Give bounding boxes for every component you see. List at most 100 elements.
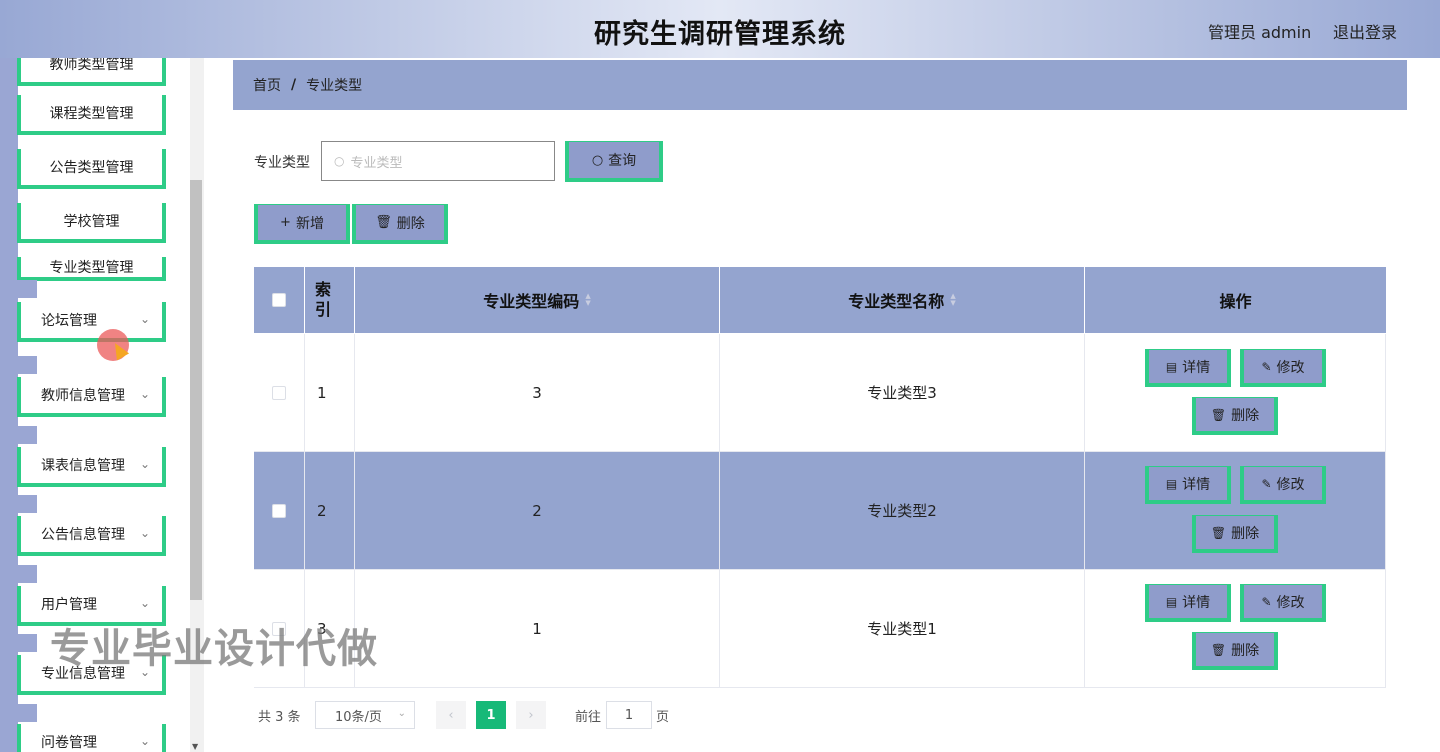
add-button[interactable]: + 新增 xyxy=(254,204,350,244)
row-checkbox[interactable] xyxy=(272,503,286,518)
menu-label: 教师信息管理 xyxy=(41,388,125,404)
table-cell-code: 2 xyxy=(355,452,720,570)
header-name-label: 专业类型名称 xyxy=(848,292,945,311)
detail-label: 详情 xyxy=(1182,594,1211,611)
header-name[interactable]: 专业类型名称 ▲ ▼ xyxy=(720,267,1085,333)
goto-page-input[interactable]: 1 xyxy=(606,701,652,729)
menu-label: 用户管理 xyxy=(41,597,97,613)
trash-icon: 🗑 xyxy=(1210,525,1227,540)
goto-label: 前往 xyxy=(575,710,602,725)
menu-label: 公告信息管理 xyxy=(41,527,125,543)
chevron-down-icon: ⌄ xyxy=(139,312,150,326)
page-size-select[interactable]: 10条/页 ⌄ xyxy=(315,701,415,729)
scroll-down-arrow-icon[interactable]: ▼ xyxy=(192,742,198,751)
table-cell-index: 1 xyxy=(305,334,355,452)
pagination-total: 共 3 条 xyxy=(258,710,301,725)
document-icon: ▤ xyxy=(1165,594,1178,609)
prev-page-button[interactable]: ‹ xyxy=(436,701,466,729)
detail-button[interactable]: ▤ 详情 xyxy=(1145,466,1231,504)
row-delete-button[interactable]: 🗑 删除 xyxy=(1192,632,1278,670)
chevron-down-icon: ⌄ xyxy=(139,596,150,610)
detail-button[interactable]: ▤ 详情 xyxy=(1145,349,1231,387)
delete-button[interactable]: 🗑 删除 xyxy=(352,204,448,244)
edit-pencil-icon: ✎ xyxy=(1261,476,1272,491)
query-button-label: 查询 xyxy=(608,153,637,169)
table-row-select[interactable] xyxy=(254,452,305,570)
top-header: 研究生调研管理系统 管理员 admin 退出登录 xyxy=(0,0,1440,58)
chevron-down-icon: ⌄ xyxy=(139,457,150,471)
row-delete-label: 删除 xyxy=(1231,642,1260,659)
chevron-down-icon: ⌄ xyxy=(397,708,406,719)
sidebar-item-major-type[interactable]: 专业类型管理 xyxy=(17,257,166,281)
document-icon: ▤ xyxy=(1165,476,1178,491)
search-placeholder: 专业类型 xyxy=(350,155,403,171)
menu-label: 课表信息管理 xyxy=(41,458,125,474)
next-page-button[interactable]: › xyxy=(516,701,546,729)
header-ops: 操作 xyxy=(1085,267,1386,333)
sidebar-gap xyxy=(17,495,37,513)
edit-button[interactable]: ✎ 修改 xyxy=(1240,584,1326,622)
edit-button[interactable]: ✎ 修改 xyxy=(1240,349,1326,387)
select-all-checkbox[interactable] xyxy=(272,293,286,307)
sidebar-gap xyxy=(17,704,37,722)
edit-pencil-icon: ✎ xyxy=(1261,594,1272,609)
user-label: 管理员 admin xyxy=(1208,23,1312,42)
query-button[interactable]: ○ 查询 xyxy=(565,141,663,182)
row-delete-button[interactable]: 🗑 删除 xyxy=(1192,397,1278,435)
edit-button[interactable]: ✎ 修改 xyxy=(1240,466,1326,504)
watermark-text: 专业毕业设计代做 xyxy=(50,626,378,672)
sidebar-gap xyxy=(17,634,37,652)
sidebar-gap xyxy=(17,426,37,444)
search-input[interactable]: ○ 专业类型 xyxy=(321,141,555,181)
sort-icon[interactable]: ▲ ▼ xyxy=(950,293,955,307)
logout-link[interactable]: 退出登录 xyxy=(1333,19,1397,43)
sidebar-menu-schedule[interactable]: 课表信息管理 ⌄ xyxy=(17,447,166,487)
table-row-select[interactable] xyxy=(254,334,305,452)
sidebar-menu-notice-info[interactable]: 公告信息管理 ⌄ xyxy=(17,516,166,556)
sort-icon[interactable]: ▲ ▼ xyxy=(585,293,590,307)
sidebar-item-notice-type[interactable]: 公告类型管理 xyxy=(17,149,166,189)
row-delete-button[interactable]: 🗑 删除 xyxy=(1192,515,1278,553)
edit-label: 修改 xyxy=(1276,594,1305,611)
header-code[interactable]: 专业类型编码 ▲ ▼ xyxy=(355,267,720,333)
edit-pencil-icon: ✎ xyxy=(1261,359,1272,374)
edit-label: 修改 xyxy=(1276,476,1305,493)
sidebar-menu-teacher-info[interactable]: 教师信息管理 ⌄ xyxy=(17,377,166,417)
trash-icon: 🗑 xyxy=(1210,407,1227,422)
trash-icon: 🗑 xyxy=(375,215,392,230)
table-cell-name: 专业类型2 xyxy=(720,452,1085,570)
breadcrumb-home[interactable]: 首页 xyxy=(253,75,281,95)
table-cell-name: 专业类型1 xyxy=(720,570,1085,688)
header-code-label: 专业类型编码 xyxy=(483,292,580,311)
header-select-all[interactable] xyxy=(254,267,305,333)
search-icon: ○ xyxy=(591,152,604,168)
sidebar-gap xyxy=(17,356,37,374)
detail-button[interactable]: ▤ 详情 xyxy=(1145,584,1231,622)
add-button-label: 新增 xyxy=(295,215,324,232)
table-cell-code: 3 xyxy=(355,334,720,452)
detail-label: 详情 xyxy=(1182,359,1211,376)
sidebar-menu-survey[interactable]: 问卷管理 ⌄ xyxy=(17,724,166,752)
delete-button-label: 删除 xyxy=(396,215,425,232)
chevron-right-icon: › xyxy=(528,707,534,723)
row-delete-label: 删除 xyxy=(1231,525,1260,542)
header-ops-label: 操作 xyxy=(1219,292,1252,311)
sidebar-item-teacher-type[interactable]: 教师类型管理 xyxy=(17,58,166,86)
sidebar-item-course-type[interactable]: 课程类型管理 xyxy=(17,95,166,135)
menu-label: 问卷管理 xyxy=(41,735,97,751)
page-number-current[interactable]: 1 xyxy=(476,701,506,729)
breadcrumb: 首页 / 专业类型 xyxy=(233,60,1407,110)
sidebar-item-school[interactable]: 学校管理 xyxy=(17,203,166,243)
sidebar-scroll-thumb[interactable] xyxy=(190,180,202,600)
trash-icon: 🗑 xyxy=(1210,642,1227,657)
header-index: 索引 xyxy=(305,267,355,333)
row-checkbox[interactable] xyxy=(272,385,286,400)
table-cell-code: 1 xyxy=(355,570,720,688)
chevron-down-icon: ⌄ xyxy=(139,387,150,401)
page-size-value: 10条/页 xyxy=(335,709,382,725)
search-icon: ○ xyxy=(334,154,345,168)
document-icon: ▤ xyxy=(1165,359,1178,374)
breadcrumb-separator: / xyxy=(291,77,297,93)
menu-label: 论坛管理 xyxy=(41,313,97,329)
sidebar-menu-forum[interactable]: 论坛管理 ⌄ xyxy=(17,302,166,342)
